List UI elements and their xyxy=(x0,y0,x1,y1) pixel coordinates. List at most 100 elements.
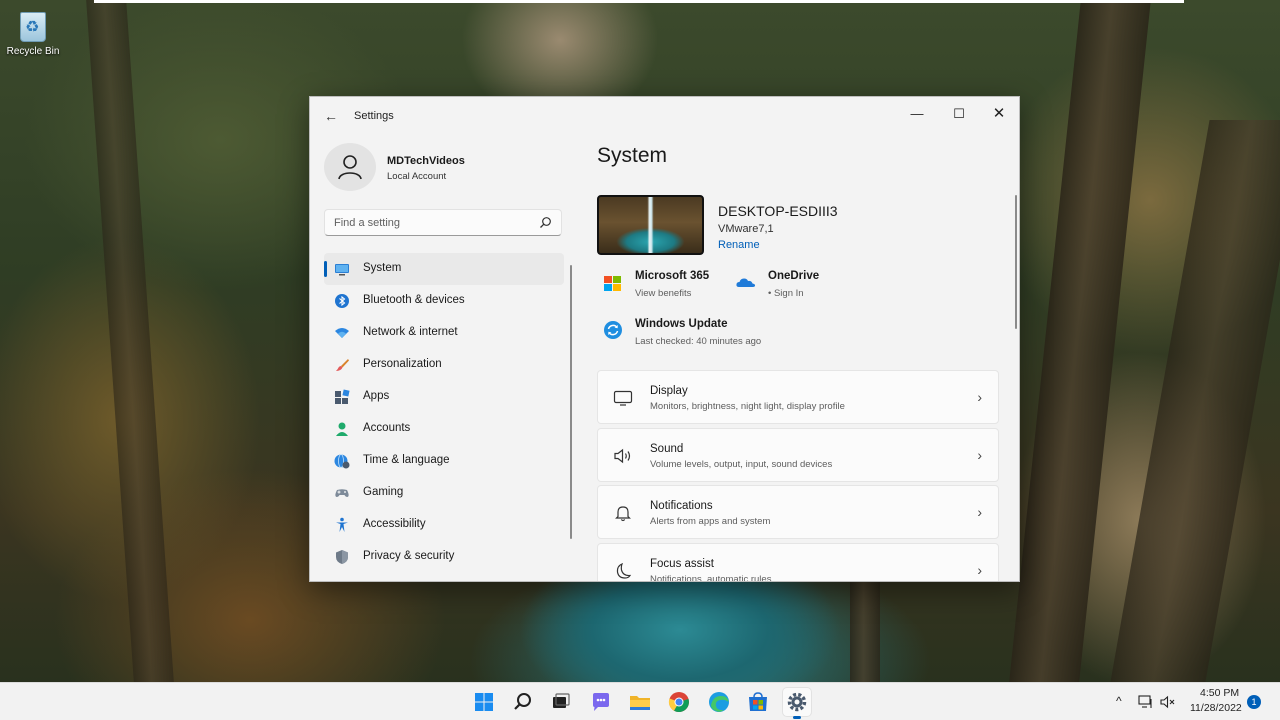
edge-button[interactable] xyxy=(705,688,733,716)
person-icon xyxy=(338,155,362,180)
sidebar-item-network[interactable]: Network & internet xyxy=(324,317,564,349)
chat-button[interactable] xyxy=(587,688,615,716)
clock-time: 4:50 PM xyxy=(1200,687,1240,699)
windows-update-link[interactable]: Windows Update Last checked: 40 minutes … xyxy=(603,318,783,352)
sidebar-item-gaming[interactable]: Gaming xyxy=(324,477,564,509)
sidebar-item-label: Accounts xyxy=(363,422,411,434)
quick-link-title: Microsoft 365 xyxy=(635,270,710,282)
bell-icon xyxy=(615,506,631,522)
recycle-bin-shortcut[interactable]: Recycle Bin xyxy=(4,4,62,57)
notification-badge[interactable]: 1 xyxy=(1247,695,1261,709)
moon-icon xyxy=(616,562,632,579)
gear-icon xyxy=(787,692,807,712)
taskbar-search-button[interactable] xyxy=(509,688,537,716)
search-input[interactable]: Find a setting xyxy=(324,209,562,236)
sidebar-item-privacy[interactable]: Privacy & security xyxy=(324,541,564,573)
wifi-icon xyxy=(335,328,349,338)
sidebar-item-apps[interactable]: Apps xyxy=(324,381,564,413)
window-title: Settings xyxy=(354,110,394,122)
search-placeholder: Find a setting xyxy=(334,217,401,229)
sidebar-item-label: Privacy & security xyxy=(363,550,455,562)
profile-name: MDTechVideos xyxy=(387,155,465,167)
show-hidden-icons-chevron-icon[interactable]: ^ xyxy=(1116,694,1122,708)
back-button[interactable]: ← xyxy=(320,107,342,125)
sidebar-item-accounts[interactable]: Accounts xyxy=(324,413,564,445)
recycle-bin-label: Recycle Bin xyxy=(6,46,60,57)
sidebar-scrollbar[interactable] xyxy=(570,265,572,539)
content-scrollbar[interactable] xyxy=(1015,195,1017,329)
sidebar-nav: System Bluetooth & devices Network & int… xyxy=(324,253,564,573)
quick-link-subtitle: View benefits xyxy=(635,288,692,299)
page-title: System xyxy=(597,144,668,167)
sidebar-item-bluetooth[interactable]: Bluetooth & devices xyxy=(324,285,564,317)
sidebar-item-label: Apps xyxy=(363,390,390,402)
title-bar: ← Settings — ☐ ✕ xyxy=(310,97,1019,135)
onedrive-icon xyxy=(736,278,756,287)
quick-link-subtitle: • Sign In xyxy=(768,288,804,299)
start-button[interactable] xyxy=(470,688,498,716)
card-subtitle: Monitors, brightness, night light, displ… xyxy=(650,401,845,412)
windows-logo-icon xyxy=(475,693,493,711)
maximize-button[interactable]: ☐ xyxy=(939,101,979,127)
card-title: Focus assist xyxy=(650,558,714,570)
minimize-button[interactable]: — xyxy=(897,101,937,127)
card-title: Notifications xyxy=(650,500,713,512)
quick-link-subtitle: Last checked: 40 minutes ago xyxy=(635,336,762,347)
settings-card-display[interactable]: Display Monitors, brightness, night ligh… xyxy=(597,370,999,424)
sidebar-item-system[interactable]: System xyxy=(324,253,564,285)
person-icon xyxy=(336,422,348,436)
apps-icon xyxy=(335,389,350,404)
card-subtitle: Volume levels, output, input, sound devi… xyxy=(650,459,833,470)
speaker-icon xyxy=(614,448,631,464)
shield-icon xyxy=(336,550,348,564)
card-subtitle: Alerts from apps and system xyxy=(650,516,771,527)
settings-taskbar-button[interactable] xyxy=(783,688,811,719)
store-button[interactable] xyxy=(744,688,772,716)
sidebar-item-label: Gaming xyxy=(363,486,404,498)
sidebar-item-label: Time & language xyxy=(363,454,450,466)
sidebar-item-accessibility[interactable]: Accessibility xyxy=(324,509,564,541)
sidebar-item-label: System xyxy=(363,262,402,274)
network-icon[interactable] xyxy=(1138,695,1154,709)
sidebar-item-label: Accessibility xyxy=(363,518,426,530)
file-explorer-button[interactable] xyxy=(626,688,654,716)
close-button[interactable]: ✕ xyxy=(979,101,1019,127)
settings-card-focus-assist[interactable]: Focus assist Notifications, automatic ru… xyxy=(597,543,999,582)
wallpaper-tree-trunk xyxy=(86,0,174,682)
settings-card-sound[interactable]: Sound Volume levels, output, input, soun… xyxy=(597,428,999,482)
settings-card-notifications[interactable]: Notifications Alerts from apps and syste… xyxy=(597,485,999,539)
sidebar-item-personalization[interactable]: Personalization xyxy=(324,349,564,381)
card-title: Sound xyxy=(650,443,684,455)
volume-muted-icon[interactable] xyxy=(1160,695,1176,709)
card-subtitle: Notifications, automatic rules xyxy=(650,574,772,582)
brush-icon xyxy=(336,359,349,371)
microsoft-logo-icon xyxy=(604,276,621,291)
user-profile[interactable]: MDTechVideos Local Account xyxy=(324,143,564,191)
device-model: VMware7,1 xyxy=(718,223,774,235)
taskbar: ^ 4:50 PM 11/28/2022 1 xyxy=(0,682,1280,720)
sidebar-item-label: Personalization xyxy=(363,358,442,370)
profile-account-type: Local Account xyxy=(387,171,447,182)
sidebar-item-label: Bluetooth & devices xyxy=(363,294,465,306)
gamepad-icon xyxy=(335,489,349,497)
bluetooth-icon xyxy=(335,294,349,308)
avatar xyxy=(324,143,376,191)
chrome-button[interactable] xyxy=(665,688,693,716)
chrome-icon xyxy=(668,692,689,713)
sidebar-item-time-language[interactable]: Time & language xyxy=(324,445,564,477)
folder-icon xyxy=(630,696,650,710)
device-wallpaper-thumbnail xyxy=(597,195,704,255)
desktop-top-edge xyxy=(94,0,1184,3)
microsoft-365-link[interactable]: Microsoft 365 View benefits xyxy=(603,270,733,304)
chevron-right-icon: › xyxy=(977,447,982,463)
accessibility-icon xyxy=(336,517,348,532)
quick-link-title: Windows Update xyxy=(635,318,728,330)
card-title: Display xyxy=(650,385,688,397)
edge-icon xyxy=(709,692,729,712)
onedrive-link[interactable]: OneDrive • Sign In xyxy=(736,270,846,304)
device-name: DESKTOP-ESDIII3 xyxy=(718,203,838,219)
clock-date: 11/28/2022 xyxy=(1190,702,1242,714)
rename-link[interactable]: Rename xyxy=(718,239,760,251)
task-view-button[interactable] xyxy=(547,688,575,716)
settings-window: ← Settings — ☐ ✕ MDTechVideos Local Acco… xyxy=(309,96,1020,582)
